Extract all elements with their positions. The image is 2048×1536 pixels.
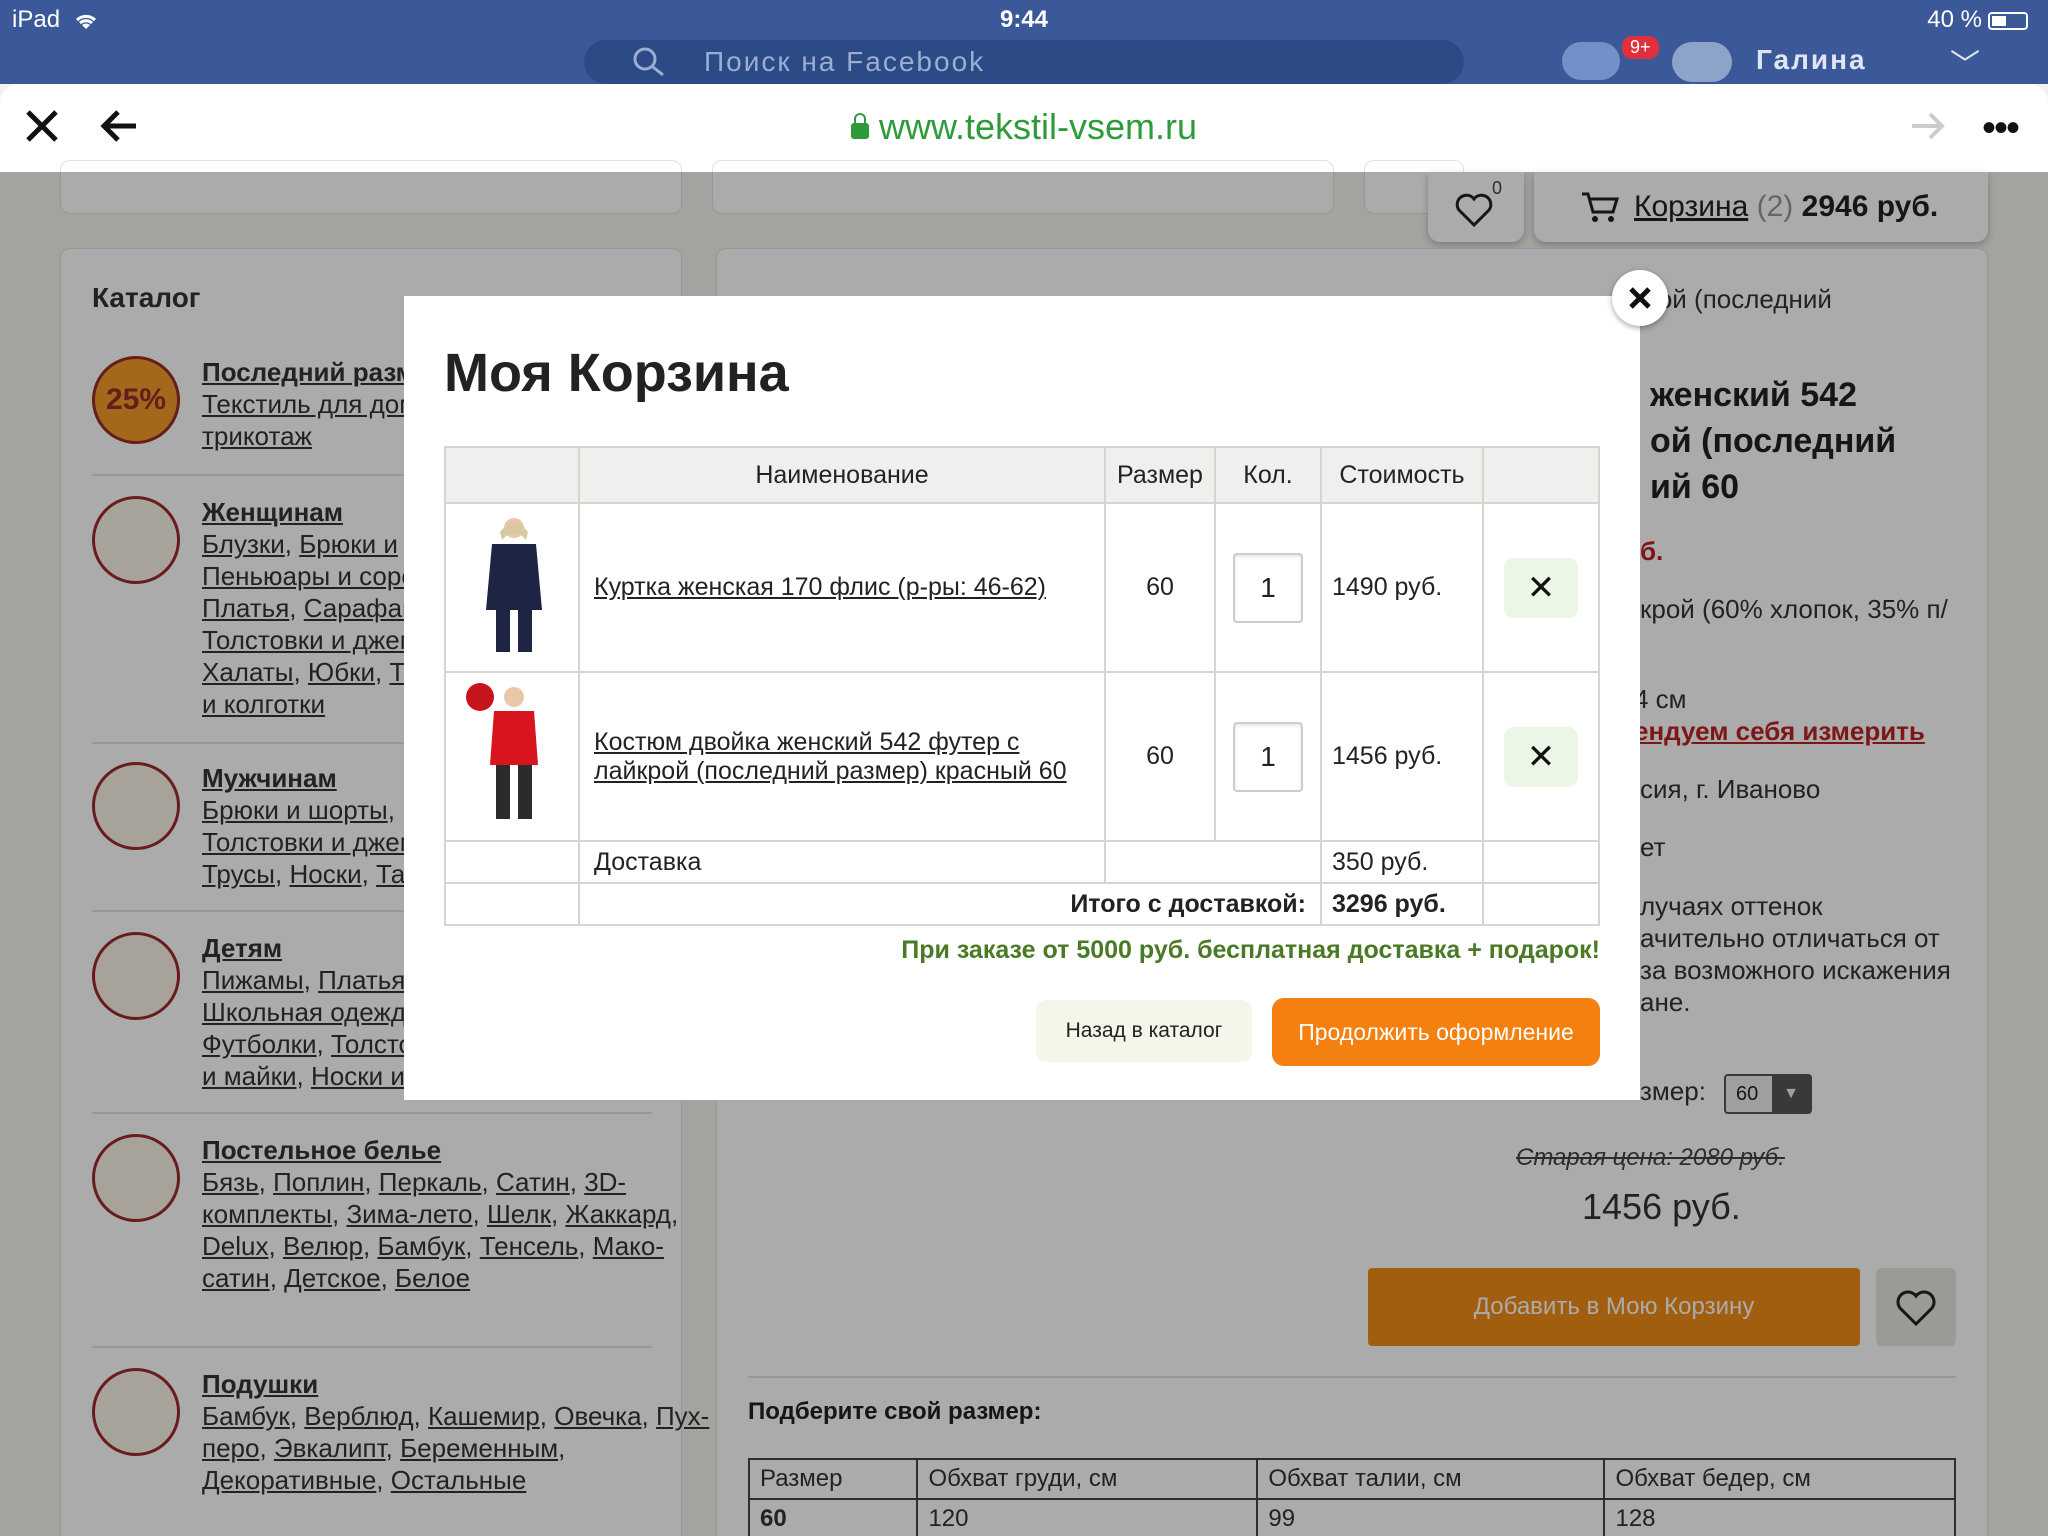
more-menu-icon[interactable]: •••: [1982, 106, 2020, 151]
cart-table: Наименование Размер Кол. Стоимость Куртк…: [444, 446, 1600, 926]
messenger-icon[interactable]: [1562, 42, 1620, 80]
cart-item-cost: 1490 руб.: [1320, 502, 1484, 673]
cart-item-name[interactable]: Куртка женская 170 флис (р-ры: 46-62): [594, 573, 1046, 601]
cart-item-size: 60: [1104, 502, 1216, 673]
table-header-size: Размер: [1104, 446, 1216, 504]
total-cost: 3296 руб.: [1320, 882, 1484, 926]
forward-arrow-icon[interactable]: [1908, 104, 1948, 148]
delivery-row: Доставка 350 руб.: [444, 840, 1600, 884]
delivery-label: Доставка: [578, 840, 1106, 884]
browser-toolbar: www.tekstil-vsem.ru •••: [0, 84, 2048, 172]
table-header-qty: Кол.: [1214, 446, 1322, 504]
delivery-cost: 350 руб.: [1320, 840, 1484, 884]
status-time: 9:44: [999, 6, 1049, 33]
lock-icon: [850, 113, 869, 139]
table-header-name: Наименование: [578, 446, 1106, 504]
product-thumbnail[interactable]: [462, 510, 562, 658]
cart-modal: Моя Корзина Наименование Размер Кол. Сто…: [404, 296, 1640, 1100]
search-icon: [633, 47, 664, 77]
notification-badge: 9+: [1622, 36, 1659, 59]
quantity-input[interactable]: 1: [1233, 552, 1303, 623]
total-label: Итого с доставкой:: [578, 882, 1322, 926]
modal-title: Моя Корзина: [444, 343, 789, 403]
cart-item-name[interactable]: Костюм двойка женский 542 футер с лайкро…: [594, 728, 1067, 785]
status-battery: 40 %: [1927, 6, 2028, 34]
table-header-remove: [1482, 446, 1600, 504]
facebook-user-name[interactable]: Галина: [1756, 44, 1867, 76]
table-row: Куртка женская 170 флис (р-ры: 46-62) 60…: [444, 502, 1600, 673]
table-header-cost: Стоимость: [1320, 446, 1484, 504]
cart-item-size: 60: [1104, 671, 1216, 842]
table-row: Костюм двойка женский 542 футер с лайкро…: [444, 671, 1600, 842]
battery-icon: [1988, 11, 2028, 30]
remove-item-button[interactable]: ✕: [1504, 726, 1578, 787]
cart-item-cost: 1456 руб.: [1320, 671, 1484, 842]
avatar[interactable]: [1672, 42, 1732, 82]
table-header-image: [444, 446, 580, 504]
remove-item-button[interactable]: ✕: [1504, 557, 1578, 618]
address-bar[interactable]: www.tekstil-vsem.ru: [0, 106, 2048, 148]
product-thumbnail[interactable]: [462, 679, 562, 827]
facebook-search-input[interactable]: Поиск на Facebook: [584, 40, 1464, 84]
total-row: Итого с доставкой: 3296 руб.: [444, 882, 1600, 926]
back-to-catalog-button[interactable]: Назад в каталог: [1036, 1000, 1252, 1062]
free-delivery-promo: При заказе от 5000 руб. бесплатная доста…: [901, 936, 1600, 964]
facebook-top-bar: iPad 9:44 40 % Поиск на Facebook 9+ Гали…: [0, 0, 2048, 84]
quantity-input[interactable]: 1: [1233, 721, 1303, 792]
chevron-down-icon[interactable]: ﹀: [1950, 40, 1980, 84]
continue-checkout-button[interactable]: Продолжить оформление: [1272, 998, 1600, 1066]
close-icon[interactable]: [1612, 270, 1668, 326]
